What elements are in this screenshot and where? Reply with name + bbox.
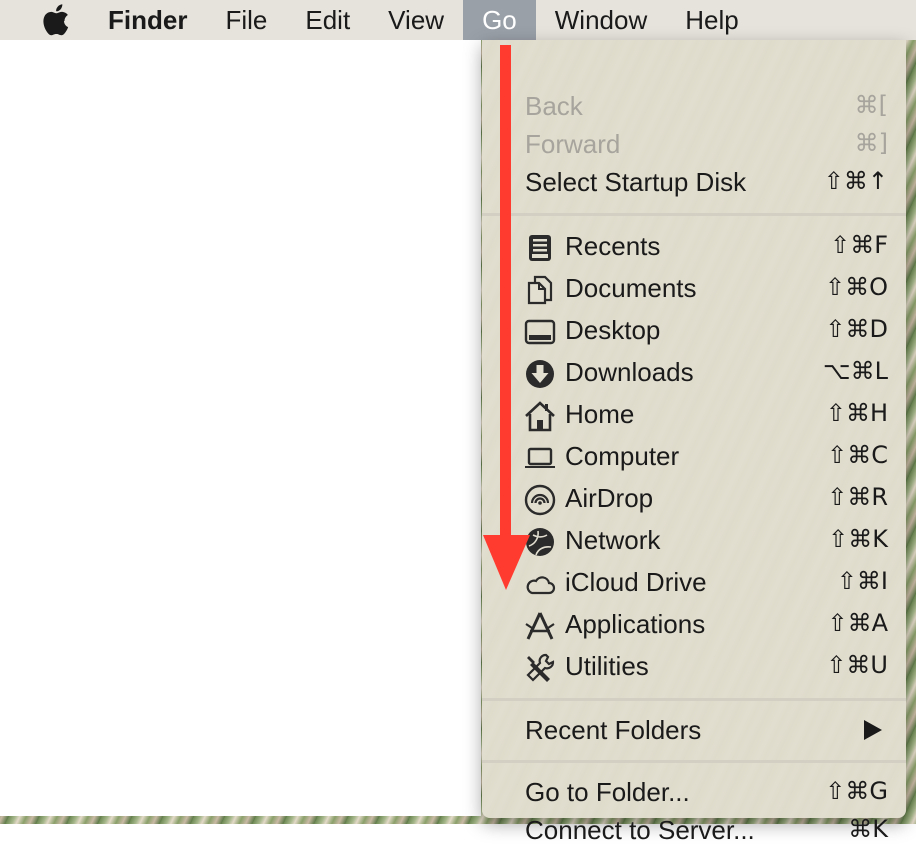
menu-separator [482, 760, 906, 763]
utilities-icon [526, 653, 555, 682]
menu-item-go-to-folder[interactable]: Go to Folder... ⇧⌘G [482, 772, 906, 814]
menu-item-shortcut: ⇧⌘O [825, 273, 888, 301]
finder-window-area [0, 40, 481, 816]
menu-item-shortcut: ⇧⌘↑ [823, 167, 888, 195]
menu-item-documents[interactable]: Documents ⇧⌘O [482, 268, 906, 310]
menu-item-label: Go to Folder... [525, 777, 690, 807]
menu-item-downloads[interactable]: Downloads ⌥⌘L [482, 352, 906, 394]
menu-item-shortcut: ⌥⌘L [822, 357, 888, 385]
menu-item-back[interactable]: Back ⌘[ [482, 86, 906, 128]
menu-item-shortcut: ⇧⌘K [828, 525, 888, 553]
menu-item-recents[interactable]: Recents ⇧⌘F [482, 226, 906, 268]
menu-item-label: Recent Folders [525, 715, 702, 745]
menu-item-forward[interactable]: Forward ⌘] [482, 124, 906, 166]
menubar-view[interactable]: View [369, 0, 463, 40]
menu-item-recent-folders[interactable]: Recent Folders [482, 710, 906, 752]
menu-item-shortcut: ⇧⌘H [825, 399, 888, 427]
menu-item-label: AirDrop [565, 483, 654, 513]
menu-item-applications[interactable]: Applications ⇧⌘A [482, 604, 906, 646]
red-down-arrow-annotation [483, 45, 530, 590]
menu-item-label: Computer [565, 441, 680, 471]
menu-item-label: iCloud Drive [565, 567, 707, 597]
menu-item-computer[interactable]: Computer ⇧⌘C [482, 436, 906, 478]
menu-item-shortcut: ⇧⌘A [827, 609, 888, 637]
menubar-file[interactable]: File [206, 0, 286, 40]
menu-item-label: Connect to Server... [525, 815, 755, 845]
menubar-window[interactable]: Window [536, 0, 666, 40]
menu-item-icloud-drive[interactable]: iCloud Drive ⇧⌘I [482, 562, 906, 604]
applications-icon [525, 612, 555, 640]
menu-item-label: Desktop [565, 315, 661, 345]
menu-item-label: Network [565, 525, 661, 555]
menubar-help[interactable]: Help [666, 0, 757, 40]
menu-item-home[interactable]: Home ⇧⌘H [482, 394, 906, 436]
menu-item-shortcut: ⇧⌘C [827, 441, 888, 469]
menu-item-shortcut: ⇧⌘F [830, 231, 888, 259]
menu-item-label: Documents [565, 273, 697, 303]
menubar-edit[interactable]: Edit [286, 0, 369, 40]
menu-item-utilities[interactable]: Utilities ⇧⌘U [482, 646, 906, 688]
menu-item-shortcut: ⌘] [854, 129, 888, 157]
menu-item-shortcut: ⇧⌘R [827, 483, 888, 511]
menu-item-shortcut: ⇧⌘I [836, 567, 888, 595]
menu-item-connect-to-server[interactable]: Connect to Server... ⌘K [482, 810, 906, 852]
menu-item-label: Downloads [565, 357, 694, 387]
menu-item-shortcut: ⇧⌘D [825, 315, 888, 343]
menu-item-airdrop[interactable]: AirDrop ⇧⌘R [482, 478, 906, 520]
submenu-arrow-icon [864, 720, 882, 740]
menu-item-shortcut: ⇧⌘U [826, 651, 888, 679]
menu-item-shortcut: ⇧⌘G [825, 777, 888, 805]
menu-item-select-startup-disk[interactable]: Select Startup Disk ⇧⌘↑ [482, 162, 906, 204]
menu-item-network[interactable]: Network ⇧⌘K [482, 520, 906, 562]
menu-separator [482, 698, 906, 701]
menu-item-label: Home [565, 399, 635, 429]
menu-item-label: Recents [565, 231, 661, 261]
apple-logo-icon[interactable] [40, 3, 70, 37]
menu-item-label: Utilities [565, 651, 649, 681]
menu-separator [482, 213, 906, 216]
menu-item-desktop[interactable]: Desktop ⇧⌘D [482, 310, 906, 352]
menu-item-shortcut: ⌘[ [854, 91, 888, 119]
menu-item-label: Applications [565, 609, 706, 639]
menu-item-shortcut: ⌘K [848, 815, 888, 843]
menu-bar: Finder File Edit View Go Window Help [0, 0, 916, 40]
menubar-go[interactable]: Go [463, 0, 536, 40]
go-menu: Back ⌘[ Forward ⌘] Select Startup Disk ⇧… [482, 40, 906, 845]
menu-item-label: Select Startup Disk [525, 167, 747, 197]
menubar-finder[interactable]: Finder [94, 0, 206, 40]
